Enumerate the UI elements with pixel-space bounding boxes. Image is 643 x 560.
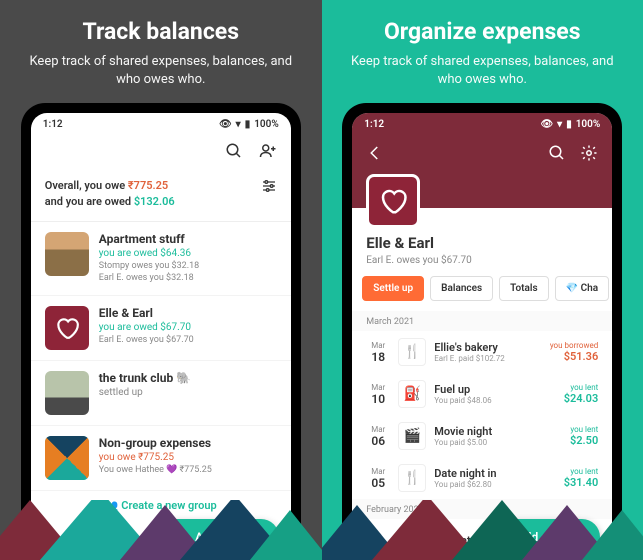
status-bar: 1:12 👁 ▾ ▮ 100% <box>352 113 612 136</box>
category-icon: 🎬 <box>398 422 426 450</box>
tab-totals[interactable]: Totals <box>499 276 549 301</box>
gear-icon[interactable] <box>580 144 598 162</box>
heart-icon <box>54 315 80 341</box>
expense-row[interactable]: Mar10 ⛽ Fuel upYou paid $48.06 you lent$… <box>352 373 612 415</box>
category-icon: ⛽ <box>398 380 426 408</box>
expense-row[interactable]: Mar06 🎬 Movie nightYou paid $5.00 you le… <box>352 415 612 457</box>
wifi-icon: ▾ <box>236 119 241 130</box>
group-thumbnail <box>45 436 89 480</box>
group-avatar <box>366 174 420 228</box>
decorative-triangles <box>322 500 643 560</box>
battery-text: 100% <box>254 119 279 130</box>
phone-screen: 1:12 👁 ▾ ▮ 100% <box>352 113 612 560</box>
battery-text: 100% <box>576 119 601 130</box>
group-thumbnail <box>45 306 89 350</box>
summary-owed-label: and you are owed <box>45 195 134 208</box>
promo-subtitle: Keep track of shared expenses, balances,… <box>20 53 302 89</box>
summary-owed-amount: $132.06 <box>134 195 175 208</box>
status-icons: 👁 ▾ ▮ 100% <box>219 119 279 130</box>
battery-icon: ▮ <box>566 119 572 130</box>
balance-summary: Overall, you owe ₹775.25 and you are owe… <box>31 170 291 222</box>
group-name: the trunk club 🐘 <box>99 371 277 385</box>
promo-heading: Track balances <box>20 18 302 45</box>
add-friends-icon[interactable] <box>259 142 277 160</box>
group-header-bar <box>352 136 612 208</box>
summary-owe-label: Overall, you owe <box>45 179 128 192</box>
group-status: settled up <box>99 387 277 398</box>
tab-settle-up[interactable]: Settle up <box>362 276 424 301</box>
status-icons: 👁 ▾ ▮ 100% <box>540 119 600 130</box>
eye-icon: 👁 <box>219 119 232 130</box>
search-icon[interactable] <box>225 142 243 160</box>
decorative-triangles <box>0 500 322 560</box>
promo-panel-organize: Organize expenses Keep track of shared e… <box>322 0 643 560</box>
group-status: you are owed $64.36 <box>99 248 277 259</box>
category-icon: 🍴 <box>398 464 426 492</box>
group-item[interactable]: Non-group expenses you owe ₹775.25 You o… <box>31 426 291 491</box>
group-status: you owe ₹775.25 <box>99 452 277 463</box>
group-name: Apartment stuff <box>99 232 277 246</box>
promo-subtitle: Keep track of shared expenses, balances,… <box>342 53 624 89</box>
battery-icon: ▮ <box>245 119 251 130</box>
group-title: Elle & Earl <box>366 234 598 252</box>
phone-screen: 1:12 👁 ▾ ▮ 100% Overall, you owe ₹775.25… <box>31 113 291 560</box>
phone-frame: 1:12 👁 ▾ ▮ 100% Overall, you owe ₹775.25… <box>21 103 301 560</box>
group-detail: Stompy owes you $32.18 <box>99 261 277 273</box>
group-subtitle: Earl E. owes you $67.70 <box>366 255 598 266</box>
wifi-icon: ▾ <box>557 119 562 130</box>
group-item[interactable]: Apartment stuff you are owed $64.36 Stom… <box>31 222 291 295</box>
group-thumbnail <box>45 232 89 276</box>
group-detail: Earl E. owes you $32.18 <box>99 273 277 285</box>
promo-panel-track: Track balances Keep track of shared expe… <box>0 0 322 560</box>
group-item[interactable]: Elle & Earl you are owed $67.70 Earl E. … <box>31 296 291 361</box>
status-time: 1:12 <box>43 119 63 130</box>
heart-icon <box>378 186 408 216</box>
promo-heading: Organize expenses <box>342 18 624 45</box>
expense-row[interactable]: Mar05 🍴 Date night inYou paid $62.80 you… <box>352 457 612 499</box>
group-detail: Earl E. owes you $67.70 <box>99 335 277 347</box>
back-icon[interactable] <box>366 144 384 162</box>
group-name: Non-group expenses <box>99 436 277 450</box>
category-icon: 🍴 <box>398 338 426 366</box>
top-bar <box>31 136 291 170</box>
phone-frame: 1:12 👁 ▾ ▮ 100% <box>342 103 622 560</box>
group-detail: You owe Hathee 💜 ₹775.25 <box>99 465 277 477</box>
group-name: Elle & Earl <box>99 306 277 320</box>
group-status: you are owed $67.70 <box>99 322 277 333</box>
group-item[interactable]: the trunk club 🐘 settled up <box>31 361 291 426</box>
search-icon[interactable] <box>548 144 566 162</box>
summary-owe-amount: ₹775.25 <box>128 179 168 192</box>
tab-charts[interactable]: 💎 Cha <box>555 276 609 301</box>
expense-row[interactable]: Mar18 🍴 Ellie's bakeryEarl E. paid $102.… <box>352 331 612 373</box>
filter-icon[interactable] <box>261 178 277 194</box>
tabs-row: Settle up Balances Totals 💎 Cha <box>352 276 612 311</box>
month-label: March 2021 <box>352 311 612 331</box>
eye-icon: 👁 <box>540 119 553 130</box>
group-thumbnail <box>45 371 89 415</box>
status-time: 1:12 <box>364 119 384 130</box>
tab-balances[interactable]: Balances <box>430 276 493 301</box>
status-bar: 1:12 👁 ▾ ▮ 100% <box>31 113 291 136</box>
